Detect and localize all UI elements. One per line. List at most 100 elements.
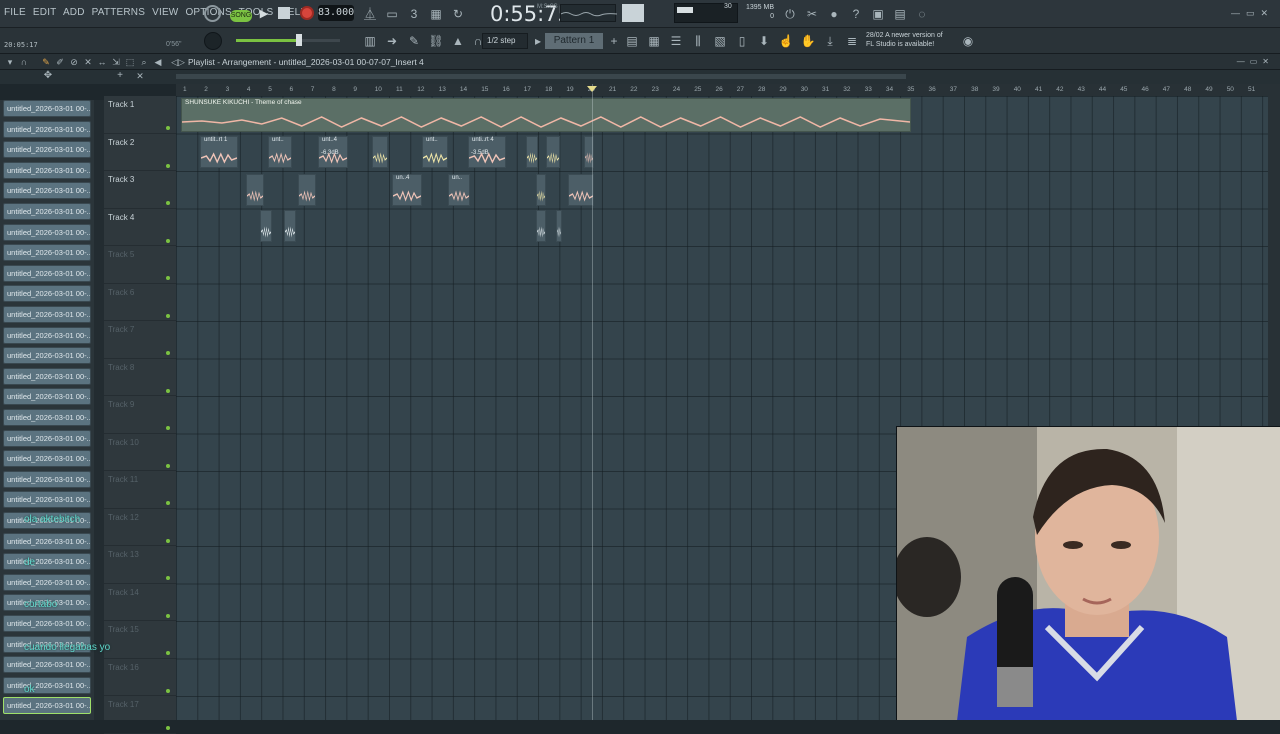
track-header[interactable]: Track 13 (104, 546, 176, 584)
track-active-led-icon[interactable] (166, 313, 170, 318)
browser-file-item[interactable]: untitled_2026-03-01 00-... (3, 100, 91, 117)
browser-file-item[interactable]: untitled_2026-03-01 00-... (3, 182, 91, 200)
pat-song-toggle[interactable]: SONG (230, 10, 252, 22)
track-active-led-icon[interactable] (166, 388, 170, 393)
stamp-icon[interactable]: ▲ (450, 33, 466, 49)
track-header[interactable]: Track 14 (104, 584, 176, 621)
link-icon[interactable]: ⛓ (428, 33, 444, 49)
audio-clip[interactable] (546, 136, 560, 168)
audio-clip[interactable] (260, 210, 272, 242)
channel-rack-icon[interactable]: ☰ (668, 33, 684, 49)
wait-input-icon[interactable]: ▭ (384, 6, 400, 22)
tempo-tap-icon[interactable]: ✋ (800, 33, 816, 49)
browser-file-item[interactable]: untitled_2026-03-01 00-... (3, 409, 91, 426)
browser-file-item[interactable]: untitled_2026-03-01 00-... (3, 615, 91, 632)
play-button[interactable]: ▶ (256, 6, 272, 22)
overview-scrollbar[interactable] (176, 74, 906, 79)
track-header[interactable]: Track 4 (104, 209, 176, 246)
add-track-icon[interactable]: + (112, 68, 128, 84)
news-panel[interactable]: 28/02 A newer version of FL Studio is av… (866, 31, 943, 49)
audio-clip[interactable]: unt.. (422, 136, 448, 168)
browser-file-item[interactable]: untitled_2026-03-01 00-... (3, 367, 91, 385)
menu-file[interactable]: FILE (4, 7, 26, 18)
piano-roll-window-icon[interactable]: ▦ (646, 33, 662, 49)
audio-clip[interactable] (298, 174, 316, 206)
menu-view[interactable]: VIEW (152, 7, 178, 18)
loop-record-icon[interactable]: ↻ (450, 6, 466, 22)
browser-file-item[interactable]: untitled_2026-03-01 00-... (3, 203, 91, 220)
track-header[interactable]: Track 8 (104, 359, 176, 396)
browser-file-item[interactable]: untitled_2026-03-01 00-... (3, 470, 91, 488)
update-icon[interactable]: ◉ (960, 33, 976, 49)
arrow-icon[interactable]: ➜ (384, 33, 400, 49)
browser-file-item[interactable]: untitled_2026-03-01 00-... (3, 697, 91, 715)
track-active-led-icon[interactable] (166, 201, 170, 205)
chat-icon[interactable]: ◌ (914, 6, 930, 22)
browser-file-item[interactable]: untitled_2026-03-01 00-... (3, 491, 91, 509)
track-active-led-icon[interactable] (166, 351, 170, 355)
browser-icon[interactable]: ▧ (712, 33, 728, 49)
track-active-led-icon[interactable] (166, 126, 170, 130)
track-header[interactable]: Track 11 (104, 471, 176, 509)
master-pitch-knob-icon[interactable] (204, 32, 222, 50)
audio-clip[interactable] (568, 174, 594, 206)
countdown-icon[interactable]: 3 (406, 6, 422, 22)
track-active-led-icon[interactable] (166, 726, 170, 730)
snap-select[interactable]: 1/2 step (482, 33, 528, 49)
browser-file-item[interactable]: untitled_2026-03-01 00-... (3, 450, 91, 468)
track-header[interactable]: Track 15 (104, 621, 176, 659)
remove-icon[interactable]: ✕ (132, 68, 148, 84)
save-icon[interactable]: ▣ (870, 6, 886, 22)
export-icon[interactable]: ⤓ (822, 33, 838, 49)
track-active-led-icon[interactable] (166, 463, 170, 468)
magnet-snap-icon[interactable]: ∩ (16, 54, 32, 70)
browser-file-item[interactable]: untitled_2026-03-01 00-... (3, 676, 91, 694)
track-header[interactable]: Track 16 (104, 659, 176, 696)
track-active-led-icon[interactable] (166, 576, 170, 580)
audio-clip[interactable] (536, 174, 546, 206)
help-icon[interactable]: ? (848, 6, 864, 22)
audio-clip[interactable] (372, 136, 388, 168)
track-header[interactable]: Track 1 (104, 96, 176, 134)
browser-file-item[interactable]: untitled_2026-03-01 00-... (3, 532, 91, 550)
track-active-led-icon[interactable] (166, 688, 170, 693)
touch-icon[interactable]: ☝ (778, 33, 794, 49)
browser-file-item[interactable]: untitled_2026-03-01 00-... (3, 388, 91, 406)
browser-file-item[interactable]: untitled_2026-03-01 00-... (3, 656, 91, 674)
track-header[interactable]: Track 7 (104, 321, 176, 359)
track-active-led-icon[interactable] (166, 163, 170, 168)
track-header[interactable]: Track 6 (104, 284, 176, 321)
mixer-icon[interactable]: ⫼ (690, 33, 706, 49)
piano-roll-icon[interactable]: ▥ (362, 33, 378, 49)
timeline-ruler[interactable]: 1 2 3 4 5 6 7 8 9 10 11 12 13 14 15 16 17 18 19 20 21 22 23 24 2… (176, 84, 1268, 96)
track-active-led-icon[interactable] (166, 501, 170, 505)
playlist-icon[interactable]: ▤ (624, 33, 640, 49)
tempo-display[interactable]: 83.000 (318, 5, 354, 21)
track-header[interactable]: Track 12 (104, 509, 176, 546)
file-icon[interactable]: ▯ (734, 33, 750, 49)
arrangement-arrow-icon[interactable]: ◁▷ (170, 54, 186, 70)
playlist-title[interactable]: Playlist - Arrangement - untitled_2026-0… (188, 57, 424, 67)
microphone-icon[interactable]: ● (826, 6, 842, 22)
audio-clip[interactable] (284, 210, 296, 242)
browser-file-item[interactable]: untitled_2026-03-01 00-... (3, 429, 91, 447)
track-header[interactable]: Track 5 (104, 246, 176, 284)
step-edit-icon[interactable]: ▦ (428, 6, 444, 22)
audio-clip[interactable]: un..4 (392, 174, 422, 206)
add-pattern-icon[interactable]: + (606, 33, 622, 49)
audio-clip[interactable] (556, 210, 562, 242)
plugin-icon[interactable]: ▤ (892, 6, 908, 22)
browser-file-item[interactable]: untitled_2026-03-01 00-... (3, 573, 91, 591)
browser-file-item[interactable]: untitled_2026-03-01 00-... (3, 553, 91, 571)
menu-add[interactable]: ADD (63, 7, 85, 18)
browser-file-item[interactable]: untitled_2026-03-01 00-... (3, 285, 91, 303)
audio-clip[interactable] (536, 210, 546, 242)
browser-file-item[interactable]: untitled_2026-03-01 00-... (3, 244, 91, 262)
hint-knob-icon[interactable] (204, 5, 221, 22)
track-active-led-icon[interactable] (166, 651, 170, 655)
browser-file-item[interactable]: untitled_2026-03-01 00-... (3, 264, 91, 282)
playhead-marker[interactable] (587, 86, 597, 92)
plugin-picker-icon[interactable]: ⬇ (756, 33, 772, 49)
track-active-led-icon[interactable] (166, 538, 170, 543)
browser-file-item[interactable]: untitled_2026-03-01 00-... (3, 347, 91, 365)
